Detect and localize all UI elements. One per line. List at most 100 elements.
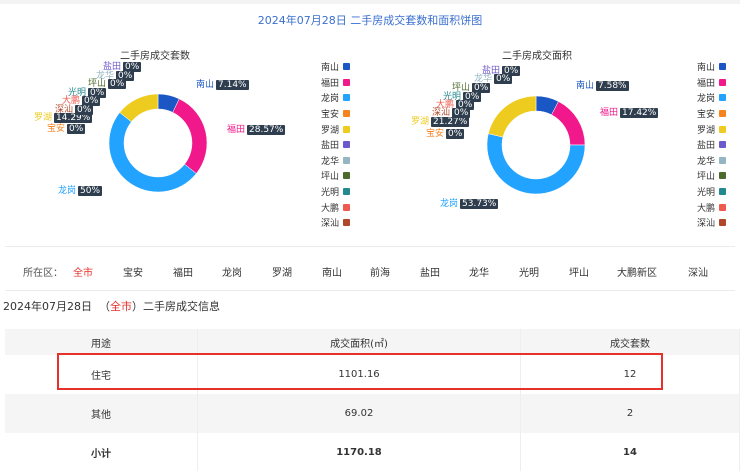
legend-item[interactable]: 光明 [676, 184, 726, 200]
legend-count: 南山 福田龙岗 宝安 罗湖盐田龙华 坪山 光明 大鹏深汕 [300, 59, 350, 231]
slice-label-value: 0% [446, 129, 465, 139]
slice-福田[interactable] [172, 98, 208, 174]
filter-item[interactable]: 宝安 [123, 264, 143, 279]
legend-swatch [719, 110, 726, 118]
legend-item[interactable]: 宝安 [300, 106, 350, 122]
divider [5, 290, 735, 291]
filter-item[interactable]: 深汕 [688, 264, 708, 279]
slice-label-value: 0% [67, 124, 86, 134]
info-suffix: ）二手房成交信息 [132, 300, 220, 313]
slice-label-name: 宝安 [47, 124, 66, 134]
slice-label-value: 0% [108, 79, 127, 89]
legend-label: 宝安 [696, 110, 715, 121]
legend-label: 龙华 [320, 156, 339, 167]
filter-item[interactable]: 龙华 [469, 264, 489, 279]
cell-area: 1170.18 [197, 433, 521, 471]
legend-label: 龙华 [696, 156, 715, 167]
legend-item[interactable]: 南山 [676, 59, 726, 75]
slice-label-value: 53.73% [460, 199, 499, 209]
slice-label-name: 罗湖 [411, 117, 430, 127]
filter-item[interactable]: 盐田 [420, 264, 440, 279]
legend-item[interactable]: 罗湖 [676, 121, 726, 137]
slice-label-value: 0% [75, 105, 94, 115]
filter-item[interactable]: 光明 [519, 264, 539, 279]
slice-龙岗[interactable] [108, 112, 197, 193]
filter-item[interactable]: 前海 [370, 264, 390, 279]
slice-label-name: 龙岗 [58, 186, 77, 196]
highlight-box [57, 353, 663, 390]
legend-swatch [719, 125, 726, 133]
legend-swatch [343, 156, 350, 164]
legend-item[interactable]: 深汕 [300, 215, 350, 231]
cell-usage: 其他 [5, 394, 198, 433]
legend-swatch [719, 188, 726, 196]
table-header: 用途 成交面积(㎡) 成交套数 [5, 329, 740, 355]
legend-item[interactable]: 光明 [300, 184, 350, 200]
filter-item[interactable]: 罗湖 [272, 264, 292, 279]
slice-label-value: 28.57% [247, 125, 286, 135]
legend-item[interactable]: 盐田 [676, 137, 726, 153]
legend-swatch [343, 141, 350, 149]
chart-area: 2024年07月28日 二手房成交套数和面积饼图 二手房成交套数 二手房成交面积… [0, 0, 740, 240]
legend-item[interactable]: 南山 [300, 59, 350, 75]
slice-label-name: 深汕 [55, 105, 74, 115]
legend-swatch [719, 78, 726, 86]
legend-label: 盐田 [320, 141, 339, 152]
legend-swatch [719, 63, 726, 71]
legend-swatch [719, 94, 726, 102]
filter-item[interactable]: 南山 [322, 264, 342, 279]
slice-label-name: 福田 [227, 125, 246, 135]
legend-item[interactable]: 坪山 [676, 168, 726, 184]
filter-item[interactable]: 龙岗 [222, 264, 242, 279]
legend-item[interactable]: 龙岗 [300, 90, 350, 106]
legend-label: 深汕 [320, 219, 339, 230]
legend-label: 大鹏 [696, 203, 715, 214]
cell-count: 2 [520, 394, 740, 433]
legend-item[interactable]: 坪山 [300, 168, 350, 184]
cell-count: 14 [520, 433, 740, 471]
legend-item[interactable]: 大鹏 [300, 199, 350, 215]
legend-item[interactable]: 盐田 [300, 137, 350, 153]
legend-item[interactable]: 大鹏 [676, 199, 726, 215]
slice-label: 福田 28.57% [227, 125, 286, 135]
legend-item[interactable]: 福田 [300, 75, 350, 91]
legend-item[interactable]: 龙华 [300, 153, 350, 169]
filter-item[interactable]: 全市 [73, 264, 93, 279]
legend-area: 南山 福田 龙岗宝安 罗湖盐田龙华 坪山 光明大鹏 深汕 [676, 59, 726, 231]
legend-item[interactable]: 宝安 [676, 106, 726, 122]
divider [5, 246, 735, 247]
legend-item[interactable]: 福田 [676, 75, 726, 91]
slice-label-value: 7.14% [216, 80, 249, 90]
legend-swatch [343, 172, 350, 180]
cell-area: 69.02 [197, 394, 521, 433]
legend-swatch [343, 125, 350, 133]
slice-label: 龙岗 53.73% [440, 199, 499, 209]
slice-label: 宝安 0% [426, 129, 465, 139]
legend-item[interactable]: 罗湖 [300, 121, 350, 137]
legend-item[interactable]: 深汕 [676, 215, 726, 231]
slice-label: 深汕 0% [432, 108, 471, 118]
filter-label: 所在区： [23, 268, 63, 279]
slice-label-name: 深汕 [432, 108, 451, 118]
table-row: 其他 69.02 2 [5, 394, 740, 433]
filter-item[interactable]: 大鹏新区 [617, 264, 657, 279]
legend-swatch [719, 172, 726, 180]
legend-item[interactable]: 龙华 [676, 153, 726, 169]
legend-label: 龙岗 [320, 94, 339, 105]
info-date: 2024年07月28日 [3, 300, 92, 313]
filter-item[interactable]: 福田 [173, 264, 193, 279]
legend-swatch [719, 203, 726, 211]
slice-label-value: 50% [78, 186, 103, 196]
legend-swatch [343, 110, 350, 118]
legend-item[interactable]: 龙岗 [676, 90, 726, 106]
slice-福田[interactable] [551, 101, 586, 146]
filter-item[interactable]: 坪山 [569, 264, 589, 279]
slice-label-name: 南山 [576, 81, 595, 91]
legend-label: 南山 [320, 63, 339, 74]
info-region: 全市 [110, 300, 132, 313]
transactions-table: 用途 成交面积(㎡) 成交套数 住宅 1101.16 12 其他 69.02 2… [5, 329, 740, 471]
slice-label-value: 0% [452, 108, 471, 118]
legend-swatch [719, 219, 726, 227]
slice-罗湖[interactable] [488, 95, 537, 138]
legend-label: 盐田 [696, 141, 715, 152]
